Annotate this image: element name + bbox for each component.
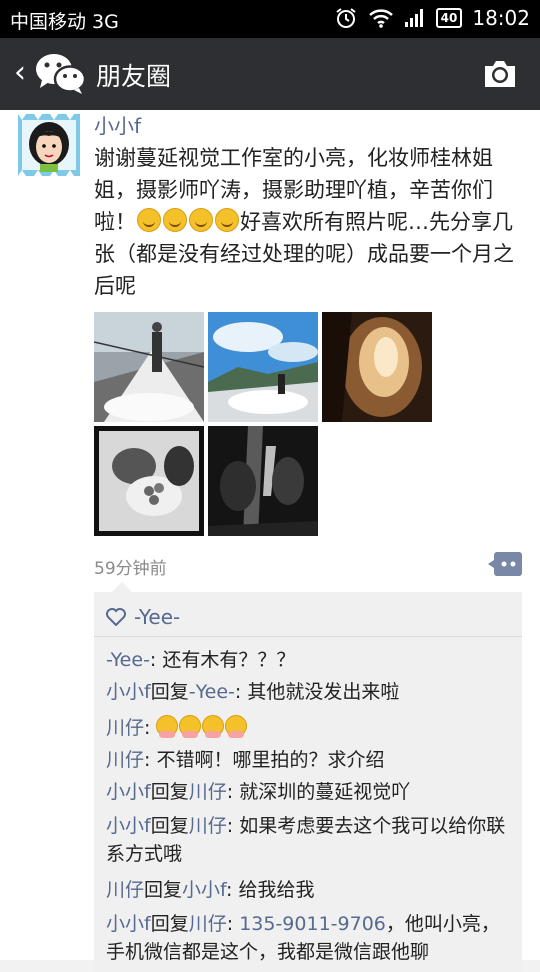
post-timestamp: 59分钟前 (94, 559, 167, 579)
comment-author[interactable]: 小小f (106, 681, 151, 703)
comment-author[interactable]: 川仔 (106, 879, 144, 901)
wifi-icon (368, 9, 393, 28)
comment-row[interactable]: 小小f回复川仔: 就深圳的蔓延视觉吖 (106, 778, 516, 806)
comment-author[interactable]: 小小f (106, 781, 151, 803)
comment-text: 不错啊！哪里拍的？求介绍 (156, 749, 385, 771)
comment-text: 其他就没发出来啦 (247, 681, 400, 703)
post-text: 谢谢蔓延视觉工作室的小亮，化妆师桂林姐姐，摄影师吖涛，摄影助理吖植，辛苦你们啦！… (94, 142, 530, 302)
post-photo-4[interactable] (94, 426, 204, 536)
comment-row[interactable]: 川仔回复小小f: 给我给我 (106, 876, 516, 904)
moments-feed: 小小f 谢谢蔓延视觉工作室的小亮，化妆师桂林姐姐，摄影师吖涛，摄影助理吖植，辛苦… (0, 110, 540, 972)
hug-emoji-icon (225, 715, 248, 738)
likes-row: -Yee- (106, 602, 180, 632)
hug-emoji-icon (156, 715, 179, 738)
reply-target[interactable]: 川仔 (189, 781, 227, 803)
smile-emoji-icon (189, 208, 213, 232)
comment-author[interactable]: 小小f (106, 815, 151, 837)
reply-target[interactable]: 小小f (182, 879, 226, 901)
post-photo-2[interactable] (208, 312, 318, 422)
alarm-icon (336, 8, 356, 28)
comment-text: 就深圳的蔓延视觉吖 (239, 781, 411, 803)
avatar[interactable] (18, 114, 80, 176)
post-author[interactable]: 小小f (94, 110, 141, 139)
heart-icon (106, 608, 126, 626)
page-title: 朋友圈 (96, 62, 172, 91)
comment-separator: : (226, 781, 240, 803)
smile-emoji-icon (215, 208, 239, 232)
smile-emoji-icon (137, 208, 161, 232)
comment-author[interactable]: 川仔 (106, 749, 144, 771)
post-photo-1[interactable] (94, 312, 204, 422)
like-name[interactable]: -Yee- (134, 605, 180, 629)
reply-word: 回复 (150, 681, 189, 703)
comment-separator: : (226, 879, 239, 901)
comment-text: 还有木有？？？ (162, 649, 296, 671)
comment-menu-icon[interactable] (488, 552, 522, 576)
clock: 18:02 (472, 6, 530, 30)
signal-icon (404, 9, 423, 27)
smile-emoji-icon (163, 208, 187, 232)
comment-separator: : (234, 681, 248, 703)
comment-row[interactable]: -Yee-: 还有木有？？？ (106, 646, 516, 674)
post-photo-5[interactable] (208, 426, 318, 536)
comments-box: -Yee- -Yee-: 还有木有？？？ 小小f回复-Yee-: 其他就没发出来… (94, 582, 522, 972)
comment-text: 给我给我 (238, 879, 315, 901)
post-photo-3[interactable] (322, 312, 432, 422)
comment-row[interactable]: 川仔: 不错啊！哪里拍的？求介绍 (106, 746, 516, 774)
comment-row[interactable]: 小小f回复川仔: 如果考虑要去这个我可以给你联系方式哦 (106, 812, 516, 868)
hug-emoji-icon (202, 715, 225, 738)
reply-word: 回复 (150, 815, 189, 837)
hug-emoji-icon (179, 715, 202, 738)
camera-icon[interactable] (482, 56, 518, 92)
comment-author[interactable]: 川仔 (106, 717, 144, 739)
divider (94, 636, 522, 637)
comment-separator: : (144, 717, 157, 739)
reply-target[interactable]: -Yee- (189, 681, 235, 703)
comment-separator: : (226, 815, 240, 837)
wechat-logo-icon[interactable] (34, 52, 86, 96)
carrier-label: 中国移动 3G (10, 11, 119, 33)
back-arrow-icon[interactable]: ‹ (14, 58, 26, 88)
reply-word: 回复 (150, 781, 189, 803)
reply-word: 回复 (144, 879, 183, 901)
app-header: ‹ 朋友圈 (0, 38, 540, 110)
reply-target[interactable]: 川仔 (189, 913, 227, 935)
reply-word: 回复 (150, 913, 189, 935)
battery-icon: 40 (435, 8, 463, 28)
comment-author[interactable]: -Yee- (106, 649, 150, 671)
comment-row[interactable]: 小小f回复-Yee-: 其他就没发出来啦 (106, 678, 516, 706)
comment-row[interactable]: 小小f回复川仔: 135-9011-9706，他叫小亮，手机微信都是这个，我都是… (106, 910, 516, 966)
comment-author[interactable]: 小小f (106, 913, 151, 935)
reply-target[interactable]: 川仔 (189, 815, 227, 837)
comment-row[interactable]: 川仔: (106, 714, 516, 742)
status-bar: 中国移动 3G 40 18:02 (0, 0, 540, 38)
comment-separator: : (144, 749, 157, 771)
phone-link[interactable]: 135-9011-9706 (239, 913, 386, 935)
comment-separator: : (226, 913, 240, 935)
comment-separator: : (149, 649, 163, 671)
